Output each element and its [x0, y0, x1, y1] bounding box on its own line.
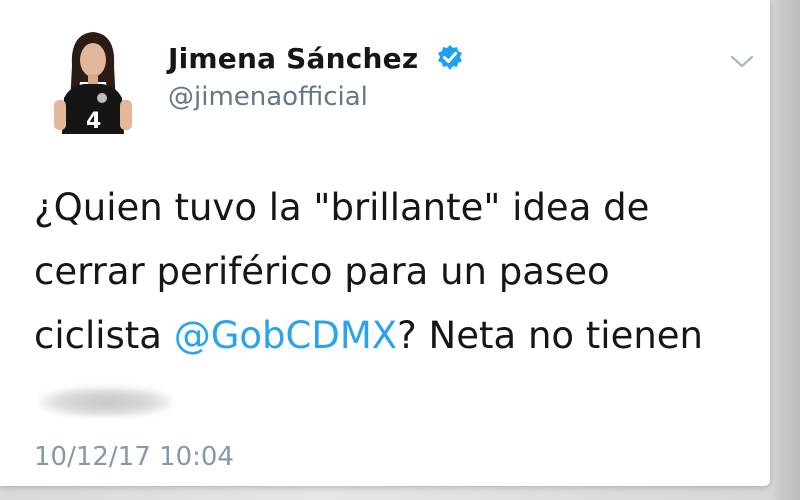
- tweet-text: ¿Quien tuvo la "brillante" idea de cerra…: [34, 176, 724, 432]
- chevron-down-icon[interactable]: [728, 50, 756, 72]
- verified-badge-icon: [436, 44, 464, 72]
- mention-link[interactable]: @GobCDMX: [174, 314, 397, 357]
- screenshot-frame: 4 Jimena Sánchez @jimenaofficial ¿Quien …: [0, 0, 800, 500]
- background-edge: [770, 0, 800, 500]
- jersey-number: 4: [86, 109, 101, 134]
- tweet-text-part2: ? Neta no tienen: [397, 314, 704, 357]
- author-name[interactable]: Jimena Sánchez: [168, 42, 418, 75]
- tweet-timestamp[interactable]: 10/12/17 10:04: [34, 442, 234, 472]
- profile-photo-icon: 4: [50, 26, 136, 134]
- censored-word: [40, 386, 172, 417]
- author-handle[interactable]: @jimenaofficial: [168, 82, 368, 112]
- tweet-card: 4 Jimena Sánchez @jimenaofficial ¿Quien …: [0, 0, 770, 486]
- author-avatar[interactable]: 4: [50, 26, 136, 134]
